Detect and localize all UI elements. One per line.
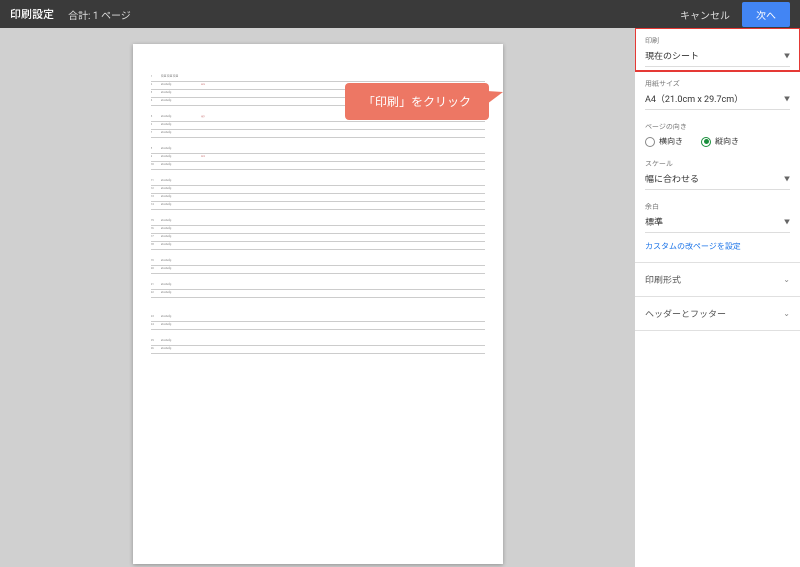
chevron-down-icon: ⌄ [783, 309, 790, 318]
header-subtitle: 合計: 1 ページ [68, 7, 131, 22]
print-label: 印刷 [645, 36, 790, 46]
settings-sidebar: 印刷 現在のシート ▼ 用紙サイズ A4（21.0cm x 29.7cm） ▼ … [635, 28, 800, 567]
orientation-section: ページの向き 横向き 縦向き [635, 114, 800, 151]
paper-size-select[interactable]: A4（21.0cm x 29.7cm） ▼ [645, 92, 790, 110]
print-page-preview: 1項目項目項目 2abcdefgxxx 3abcdefg 4abcdefg 5a… [133, 44, 503, 564]
next-button[interactable]: 次へ [742, 2, 790, 27]
print-target-value: 現在のシート [645, 49, 699, 62]
orientation-label: ページの向き [645, 122, 790, 132]
scale-section: スケール 幅に合わせる ▼ [635, 151, 800, 194]
scale-label: スケール [645, 159, 790, 169]
app-header: 印刷設定 合計: 1 ページ キャンセル 次へ [0, 0, 800, 28]
orientation-landscape-label: 横向き [659, 136, 683, 147]
divider [635, 330, 800, 331]
scale-value: 幅に合わせる [645, 172, 699, 185]
paper-label: 用紙サイズ [645, 79, 790, 89]
chevron-down-icon: ▼ [784, 51, 790, 60]
print-target-select[interactable]: 現在のシート ▼ [645, 49, 790, 67]
annotation-callout: 「印刷」をクリック [345, 83, 489, 120]
radio-icon [645, 137, 655, 147]
header-title: 印刷設定 [10, 6, 54, 22]
chevron-down-icon: ⌄ [783, 275, 790, 284]
chevron-down-icon: ▼ [784, 217, 790, 226]
radio-icon [701, 137, 711, 147]
main-layout: 「印刷」をクリック 1項目項目項目 2abcdefgxxx 3abcdefg 4… [0, 28, 800, 567]
cancel-button[interactable]: キャンセル [680, 7, 730, 22]
print-format-label: 印刷形式 [645, 273, 681, 286]
custom-page-breaks-link[interactable]: カスタムの改ページを設定 [635, 237, 800, 262]
scale-select[interactable]: 幅に合わせる ▼ [645, 172, 790, 190]
chevron-down-icon: ▼ [784, 94, 790, 103]
sheet-content: 1項目項目項目 2abcdefgxxx 3abcdefg 4abcdefg 5a… [151, 74, 485, 544]
margin-label: 余白 [645, 202, 790, 212]
orientation-portrait-label: 縦向き [715, 136, 739, 147]
print-target-section: 印刷 現在のシート ▼ [635, 28, 800, 71]
header-footer-section[interactable]: ヘッダーとフッター ⌄ [635, 297, 800, 330]
header-footer-label: ヘッダーとフッター [645, 307, 726, 320]
print-format-section[interactable]: 印刷形式 ⌄ [635, 263, 800, 296]
orientation-landscape-radio[interactable]: 横向き [645, 136, 683, 147]
margin-select[interactable]: 標準 ▼ [645, 215, 790, 233]
paper-size-section: 用紙サイズ A4（21.0cm x 29.7cm） ▼ [635, 71, 800, 114]
margin-value: 標準 [645, 215, 663, 228]
margin-section: 余白 標準 ▼ [635, 194, 800, 237]
paper-size-value: A4（21.0cm x 29.7cm） [645, 92, 743, 105]
preview-area: 「印刷」をクリック 1項目項目項目 2abcdefgxxx 3abcdefg 4… [0, 28, 635, 567]
orientation-portrait-radio[interactable]: 縦向き [701, 136, 739, 147]
chevron-down-icon: ▼ [784, 174, 790, 183]
